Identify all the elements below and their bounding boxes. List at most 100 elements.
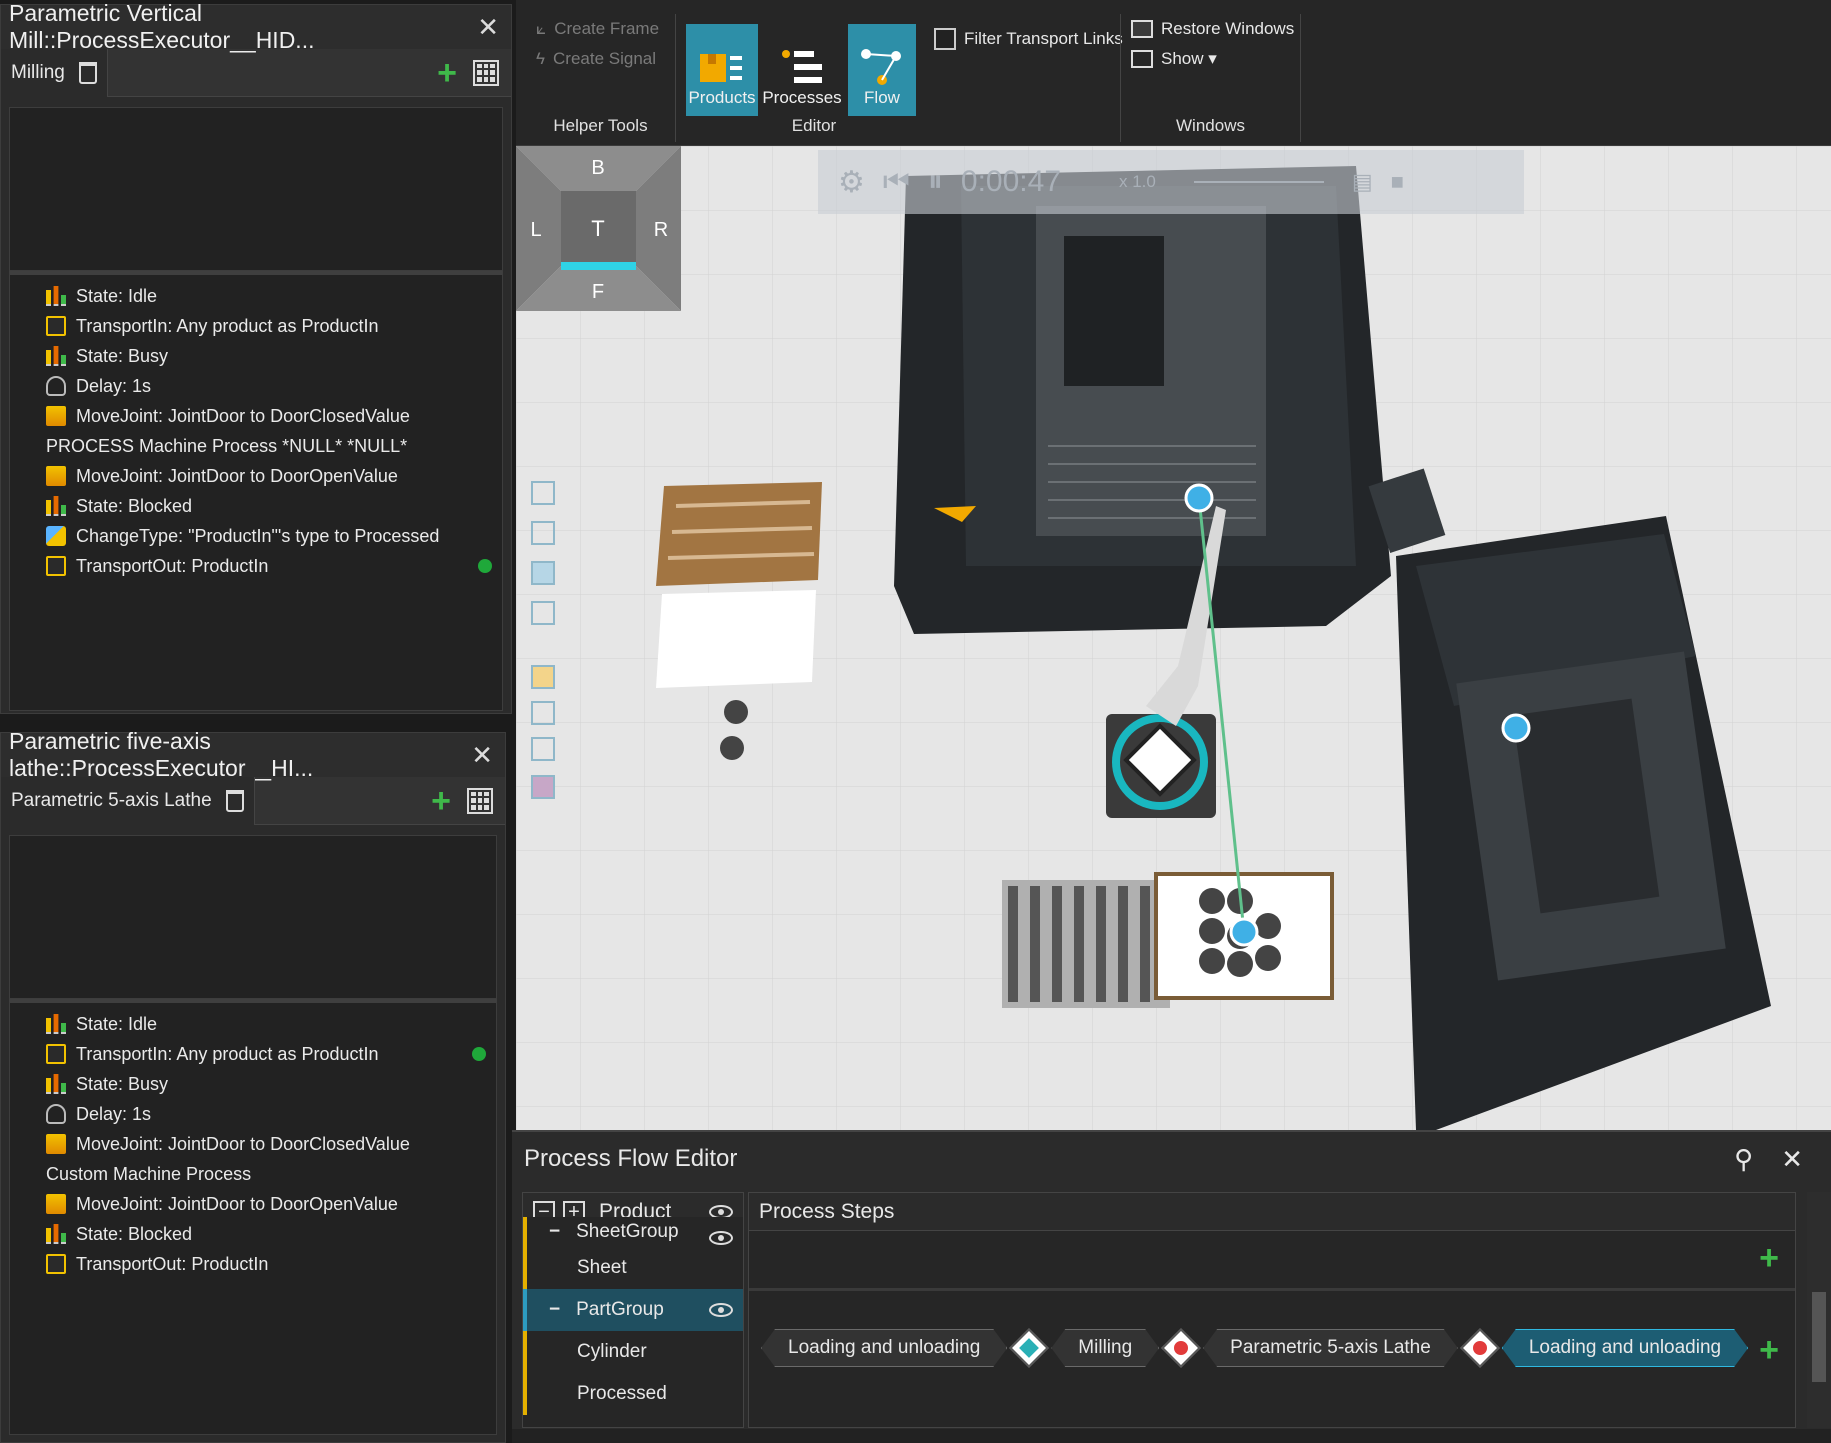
restore-windows-button[interactable]: Restore Windows: [1121, 14, 1300, 44]
processes-icon: [782, 50, 822, 83]
trash-icon[interactable]: [78, 61, 97, 84]
process-step-label: Delay: 1s: [76, 375, 152, 396]
eye-icon[interactable]: [709, 1231, 733, 1245]
3d-viewport[interactable]: ⚙ ⏮ ⏸ 0:00:47 x 1.0 ▤ ■ B L T R F: [516, 146, 1831, 1130]
create-signal-button[interactable]: ϟ Create Signal: [526, 44, 675, 74]
process-step-item[interactable]: State: Busy: [10, 1069, 496, 1099]
scrollbar-thumb[interactable]: [1812, 1292, 1826, 1382]
error-link-icon[interactable]: [1460, 1328, 1500, 1368]
signal-icon: ϟ: [536, 49, 545, 68]
process-step-item[interactable]: ChangeType: "ProductIn"'s type to Proces…: [10, 521, 502, 551]
viewcube-back[interactable]: B: [591, 157, 604, 179]
add-process-step-button[interactable]: +: [1759, 1241, 1779, 1275]
process-step-item[interactable]: State: Blocked: [10, 1219, 496, 1249]
process-step-item[interactable]: Custom Machine Process: [10, 1159, 496, 1189]
viewcube-front[interactable]: F: [592, 281, 604, 303]
close-icon[interactable]: ✕: [471, 740, 493, 771]
mill-preview-area: [9, 107, 503, 271]
process-step-item[interactable]: MoveJoint: JointDoor to DoorClosedValue: [10, 401, 502, 431]
view-cube[interactable]: B L T R F: [516, 146, 681, 311]
show-label: Show ▾: [1161, 49, 1217, 68]
flow-step-loading-unloading[interactable]: Loading and unloading: [761, 1329, 1007, 1367]
viewcube-right[interactable]: R: [654, 219, 668, 241]
viewcube-top[interactable]: T: [591, 216, 604, 241]
transport-icon: [46, 316, 66, 336]
process-step-item[interactable]: State: Idle: [10, 281, 502, 311]
close-icon[interactable]: ✕: [1781, 1144, 1803, 1175]
filter-transport-checkbox[interactable]: [934, 28, 956, 50]
flow-button[interactable]: Flow: [848, 24, 916, 116]
process-step-item[interactable]: Delay: 1s: [10, 371, 502, 401]
process-step-item[interactable]: TransportIn: Any product as ProductIn: [10, 311, 502, 341]
windows-label: Windows: [1176, 116, 1245, 135]
grid-icon[interactable]: [467, 787, 493, 814]
speed-factor: x 1.0: [1119, 172, 1156, 191]
process-step-item[interactable]: TransportOut: ProductIn: [10, 1249, 496, 1279]
pfe-scrollbar[interactable]: [1807, 1192, 1831, 1428]
delay-icon: [46, 1104, 66, 1124]
pdf-export-icon[interactable]: ▤: [1352, 169, 1373, 195]
rewind-icon[interactable]: ⏮: [883, 165, 910, 199]
add-step-button[interactable]: +: [431, 784, 451, 818]
add-process-step-button[interactable]: +: [1759, 1333, 1779, 1367]
process-step-item[interactable]: MoveJoint: JointDoor to DoorOpenValue: [10, 461, 502, 491]
state-icon: [46, 496, 66, 516]
add-step-button[interactable]: +: [437, 56, 457, 90]
lathe-preview-area: [9, 835, 497, 999]
process-step-item[interactable]: TransportOut: ProductIn: [10, 551, 502, 581]
process-step-label: Custom Machine Process: [46, 1163, 252, 1184]
show-dropdown[interactable]: Show ▾: [1121, 44, 1300, 74]
product-tree-item[interactable]: Processed: [523, 1373, 743, 1415]
conveyor-model: [1002, 872, 1334, 1008]
products-button[interactable]: Products: [686, 24, 758, 116]
ribbon-group-windows-content: Restore Windows Show ▾ Windows: [1121, 14, 1301, 142]
collapse-icon[interactable]: −: [549, 1221, 560, 1243]
process-step-item[interactable]: PROCESS Machine Process *NULL* *NULL*: [10, 431, 502, 461]
filter-transport-links-toggle[interactable]: Filter Transport Links: [924, 24, 1123, 54]
flow-step-loading-unloading-2[interactable]: Loading and unloading: [1502, 1329, 1748, 1367]
record-video-icon[interactable]: ■: [1391, 169, 1404, 195]
speed-slider[interactable]: [1193, 181, 1324, 183]
product-tree-item[interactable]: − SheetGroup: [523, 1217, 743, 1247]
process-step-item[interactable]: Delay: 1s: [10, 1099, 496, 1129]
viewcube-left[interactable]: L: [530, 219, 541, 241]
close-icon[interactable]: ✕: [477, 12, 499, 43]
process-step-item[interactable]: MoveJoint: JointDoor to DoorOpenValue: [10, 1189, 496, 1219]
process-step-label: Delay: 1s: [76, 1103, 152, 1124]
pin-icon[interactable]: ⚲: [1734, 1144, 1753, 1175]
create-frame-button[interactable]: ⟀ Create Frame: [526, 14, 675, 44]
settings-gear-icon[interactable]: ⚙: [838, 165, 865, 200]
flow-label: Flow: [864, 88, 900, 107]
process-step-item[interactable]: State: Idle: [10, 1009, 496, 1039]
product-tree-item[interactable]: − PartGroup: [523, 1289, 743, 1331]
collapse-icon[interactable]: −: [549, 1299, 560, 1321]
flow-step-5-axis-lathe[interactable]: Parametric 5-axis Lathe: [1203, 1329, 1458, 1367]
process-step-item[interactable]: MoveJoint: JointDoor to DoorClosedValue: [10, 1129, 496, 1159]
tab-milling[interactable]: Milling: [1, 48, 108, 97]
transport-icon: [46, 1044, 66, 1064]
process-step-label: State: Idle: [76, 285, 158, 306]
product-tree-item[interactable]: Cylinder: [523, 1331, 743, 1373]
process-step-item[interactable]: State: Busy: [10, 341, 502, 371]
processes-button[interactable]: Processes: [762, 24, 842, 116]
tab-parametric-lathe[interactable]: Parametric 5-axis Lathe: [1, 776, 255, 825]
product-tree-item[interactable]: Sheet: [523, 1247, 743, 1289]
error-link-icon[interactable]: [1161, 1328, 1201, 1368]
process-step-label: MoveJoint: JointDoor to DoorOpenValue: [76, 1193, 398, 1214]
state-icon: [46, 1224, 66, 1244]
trash-icon[interactable]: [225, 789, 244, 812]
state-icon: [46, 1014, 66, 1034]
process-step-item[interactable]: State: Blocked: [10, 491, 502, 521]
sheetgroup-lane: +: [749, 1231, 1795, 1291]
mill-panel-title: Parametric Vertical Mill::ProcessExecuto…: [9, 0, 315, 53]
products-label: Products: [688, 88, 756, 107]
robot-icon[interactable]: [1009, 1328, 1050, 1368]
eye-icon[interactable]: [709, 1303, 733, 1317]
pause-icon[interactable]: ⏸: [928, 165, 943, 199]
flow-step-milling[interactable]: Milling: [1051, 1329, 1159, 1367]
process-step-label: MoveJoint: JointDoor to DoorClosedValue: [76, 1133, 410, 1154]
process-step-label: MoveJoint: JointDoor to DoorOpenValue: [76, 465, 398, 486]
grid-icon[interactable]: [473, 59, 499, 86]
process-step-item[interactable]: TransportIn: Any product as ProductIn: [10, 1039, 496, 1069]
partgroup-lane: Loading and unloading Milling Parametric…: [749, 1291, 1795, 1427]
